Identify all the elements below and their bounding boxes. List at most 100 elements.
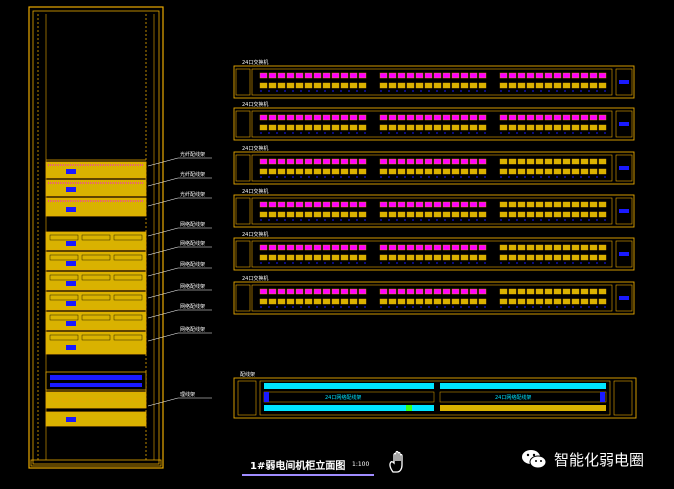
bottom-port [544, 254, 553, 261]
bottom-port [379, 254, 388, 261]
bottom-port [304, 298, 313, 305]
bottom-port [379, 298, 388, 305]
switch-led-block [619, 209, 629, 213]
bottom-port [526, 82, 535, 89]
top-port [451, 114, 460, 121]
bottom-port [388, 211, 397, 218]
bottom-port [331, 211, 340, 218]
top-port [535, 288, 544, 295]
top-port [571, 244, 580, 251]
bottom-port [508, 168, 517, 175]
top-port [535, 201, 544, 208]
bottom-port [442, 298, 451, 305]
switch-led-block [619, 252, 629, 256]
top-port [304, 114, 313, 121]
bottom-port [304, 168, 313, 175]
title-underline [242, 474, 374, 476]
bottom-port [415, 168, 424, 175]
bottom-port [478, 254, 487, 261]
bottom-port [571, 298, 580, 305]
top-port [580, 288, 589, 295]
top-port [349, 114, 358, 121]
callout-label: 光纤配线架 [180, 151, 205, 158]
bottom-port [451, 254, 460, 261]
top-port [478, 114, 487, 121]
switch-panel-label: 24口交换机 [242, 231, 268, 238]
hand-icon[interactable] [387, 450, 409, 474]
cabinet-unit [45, 231, 147, 251]
cabinet-unit [45, 161, 147, 179]
cabinet-unit [45, 371, 147, 391]
bottom-port [433, 124, 442, 131]
bottom-port [259, 124, 268, 131]
bottom-port [415, 82, 424, 89]
bottom-port [406, 298, 415, 305]
bottom-port [277, 168, 286, 175]
top-port [526, 201, 535, 208]
switch-panel: 24口交换机 [233, 188, 635, 228]
top-port [415, 72, 424, 79]
switch-panel-frame [233, 65, 635, 99]
bottom-port [451, 211, 460, 218]
top-port [460, 201, 469, 208]
bottom-port [478, 298, 487, 305]
top-port [379, 114, 388, 121]
bottom-port [460, 254, 469, 261]
top-port [268, 158, 277, 165]
top-port [277, 201, 286, 208]
bottom-port [322, 254, 331, 261]
top-port [358, 244, 367, 251]
top-port [397, 158, 406, 165]
bottom-port [397, 82, 406, 89]
bottom-port [562, 168, 571, 175]
bottom-port [340, 298, 349, 305]
bottom-port [313, 124, 322, 131]
top-port [517, 288, 526, 295]
top-port [340, 201, 349, 208]
bottom-port [571, 168, 580, 175]
top-port [379, 288, 388, 295]
unit-body [45, 161, 147, 179]
top-port [526, 288, 535, 295]
bottom-port [508, 124, 517, 131]
top-port [433, 201, 442, 208]
bottom-port [286, 211, 295, 218]
top-port [499, 114, 508, 121]
bottom-port [349, 298, 358, 305]
switch-led-block [619, 296, 629, 300]
bottom-port [535, 82, 544, 89]
top-port [544, 201, 553, 208]
bottom-port [358, 211, 367, 218]
top-port [322, 158, 331, 165]
callout-label: 网络配线架 [180, 303, 205, 310]
top-port [424, 288, 433, 295]
top-port [544, 158, 553, 165]
top-port [598, 114, 607, 121]
top-port [508, 201, 517, 208]
bottom-port [322, 168, 331, 175]
top-port [397, 114, 406, 121]
bottom-port [313, 254, 322, 261]
callout: 网络配线架 [147, 240, 212, 256]
top-port [259, 201, 268, 208]
top-port [499, 201, 508, 208]
callout: 网络配线架 [147, 261, 212, 277]
bottom-port [499, 254, 508, 261]
bottom-port [322, 211, 331, 218]
bottom-port [388, 168, 397, 175]
top-port [544, 114, 553, 121]
bottom-port [295, 124, 304, 131]
top-port [544, 244, 553, 251]
bottom-port [562, 298, 571, 305]
callout: 理线架 [147, 391, 212, 407]
bottom-port [424, 168, 433, 175]
bottom-port [517, 298, 526, 305]
top-port [469, 72, 478, 79]
top-port [580, 244, 589, 251]
switch-panel-ear [235, 197, 251, 225]
cabinet-unit [45, 391, 147, 409]
bottom-port [535, 124, 544, 131]
top-port [562, 201, 571, 208]
bottom-port [508, 82, 517, 89]
bottom-port [397, 124, 406, 131]
